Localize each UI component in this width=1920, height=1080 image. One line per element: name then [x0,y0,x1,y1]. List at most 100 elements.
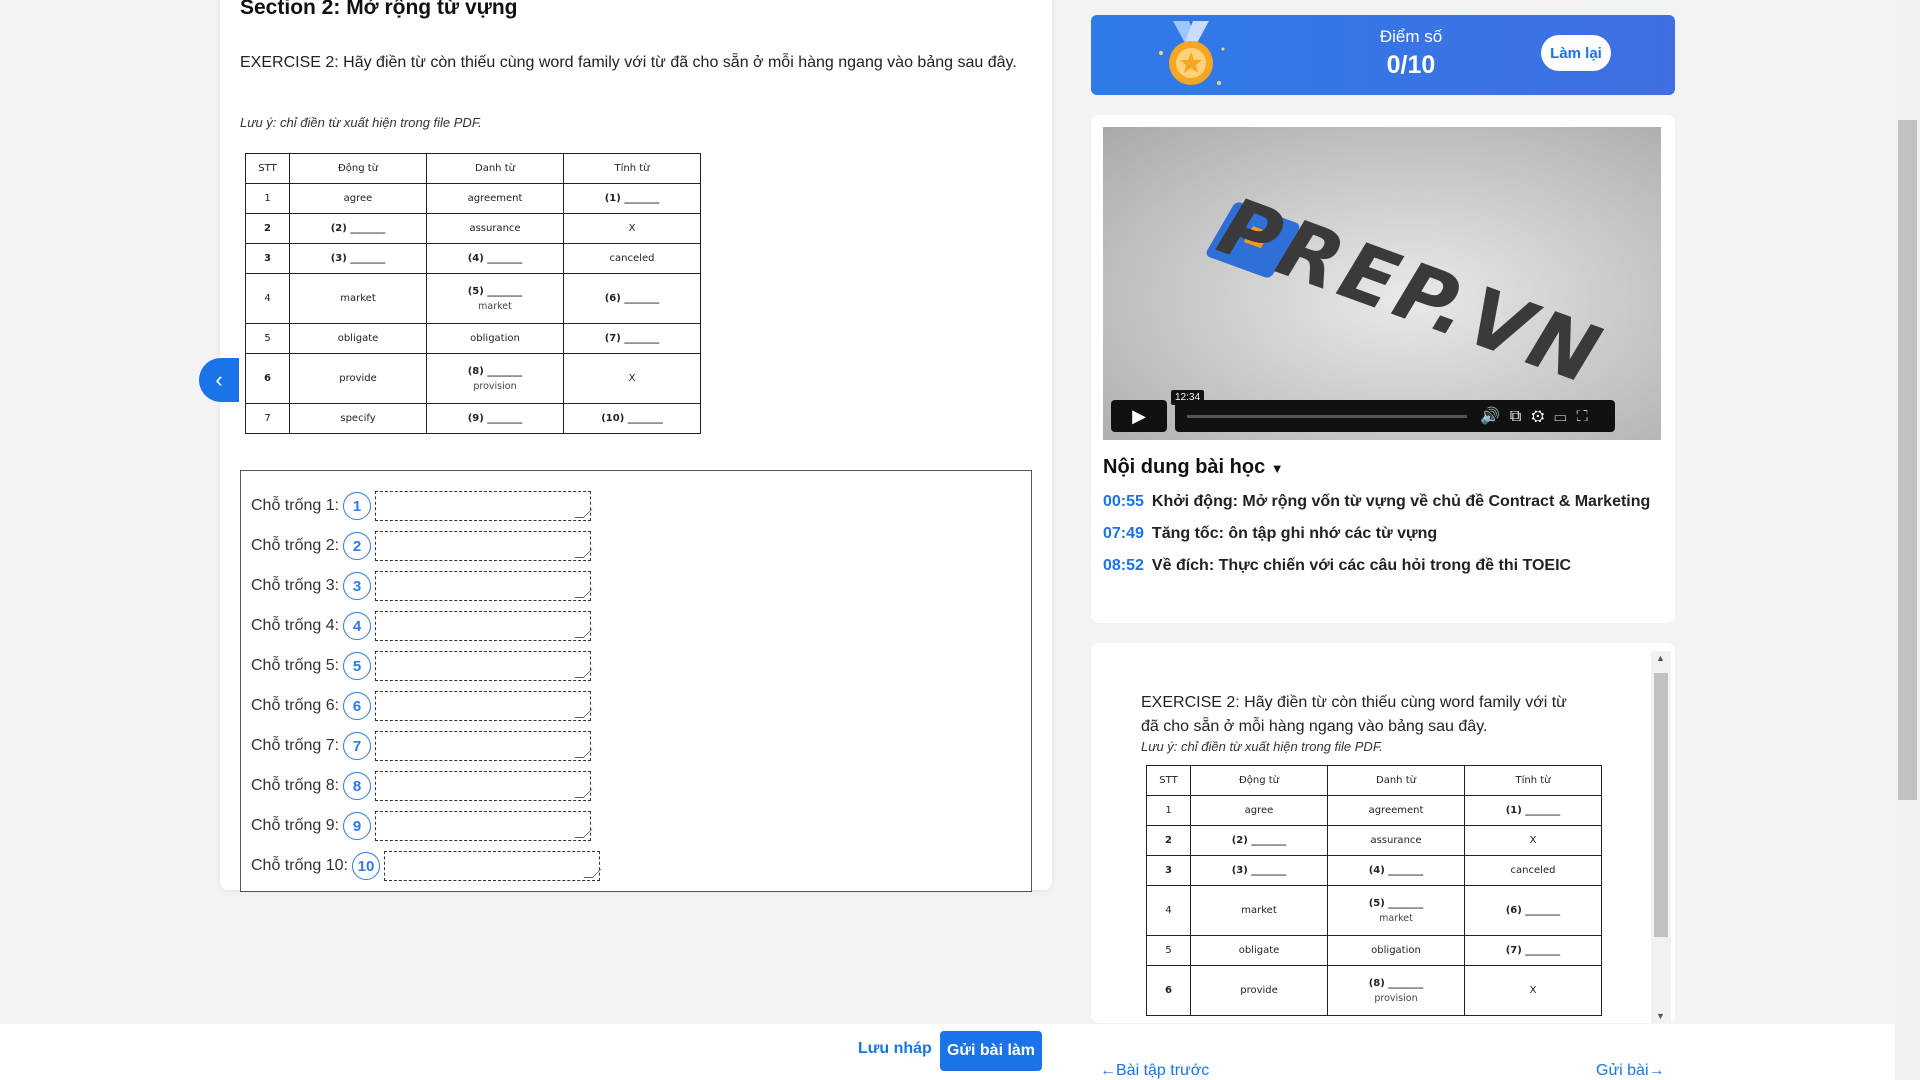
answer-input[interactable] [375,531,592,561]
cell-sub: market [478,300,512,312]
answer-number-badge: 10 [351,852,380,880]
answer-number-badge: 3 [343,572,372,600]
answer-number-badge: 9 [343,812,372,840]
table-cell: market [289,273,427,324]
scroll-down-icon[interactable]: ▼ [1656,1011,1665,1021]
answer-row: Chỗ trống 4: 4 [251,611,592,641]
scroll-up-icon[interactable]: ▲ [1656,653,1665,663]
lesson-toc-item[interactable]: 08:52 Về đích: Thực chiến với các câu hỏi… [1103,557,1571,575]
table-header: Danh từ [426,153,564,184]
table-cell: X [1464,825,1602,856]
answer-number-badge: 6 [343,692,372,720]
section-title: Section 2: Mở rộng từ vựng [240,0,518,19]
answer-input[interactable] [375,731,592,761]
submit-next-link[interactable]: Gửi bài→ [1596,1062,1665,1080]
table-cell: agreement [426,183,564,214]
answer-input[interactable] [375,571,592,601]
table-row: 4 market (5) _______ market (6) _______ [245,273,701,324]
answer-label: Chỗ trống 3: [251,577,340,594]
table-cell: X [1464,965,1602,1016]
cell-main: (8) _______ [467,365,523,377]
play-button[interactable]: ▶ [1111,400,1167,432]
table-header: Động từ [1190,765,1328,796]
table-cell: (1) _______ [1464,795,1602,826]
table-cell: agree [1190,795,1328,826]
table-cell: 2 [1146,825,1191,856]
score-label: Điểm số [1379,27,1443,46]
toc-timestamp[interactable]: 07:49 [1103,525,1144,542]
caret-down-icon: ▼ [1270,461,1284,476]
table-cell: obligate [289,323,427,354]
table-header: Danh từ [1327,765,1465,796]
cell-sub: provision [1374,992,1418,1004]
exercise-note: Lưu ý: chỉ điền từ xuất hiện trong file … [240,115,482,130]
pdf-scrollbar[interactable]: ▲ ▼ [1651,651,1671,1023]
table-row: 3 (3) _______ (4) _______ canceled [1146,855,1602,886]
table-cell: (6) _______ [1464,885,1602,936]
lesson-contents-title[interactable]: Nội dung bài học ▼ [1103,456,1284,479]
answer-input[interactable] [375,771,592,801]
toc-text: Về đích: Thực chiến với các câu hỏi tron… [1151,557,1572,574]
retry-button[interactable]: Làm lại [1541,35,1611,71]
table-cell: (2) _______ [1190,825,1328,856]
answer-input[interactable] [375,651,592,681]
answer-label: Chỗ trống 1: [251,497,340,514]
table-cell: 1 [1146,795,1191,826]
answer-row: Chỗ trống 2: 2 [251,531,592,561]
collapse-panel-button[interactable]: ‹ [199,358,239,402]
video-control-icons[interactable]: 🔊⧉⚙▭⛶ [1480,406,1598,426]
cell-main: (5) _______ [1368,897,1424,909]
answer-input[interactable] [375,611,592,641]
answer-label: Chỗ trống 5: [251,657,340,674]
cell-main: (5) _______ [467,285,523,297]
toc-timestamp[interactable]: 08:52 [1103,557,1144,574]
video-logo-text: PREP.VN [1207,179,1615,404]
table-cell: 7 [245,403,290,434]
table-cell: market [1190,885,1328,936]
answer-input[interactable] [375,691,592,721]
lesson-video-card: PREP.VN 12:34 ▶ 🔊⧉⚙▭⛶ Nội dung bài học ▼… [1091,115,1675,623]
lesson-contents-label: Nội dung bài học [1103,456,1266,478]
table-cell: agree [289,183,427,214]
table-cell: 6 [1146,965,1191,1016]
play-icon: ▶ [1132,405,1146,426]
table-cell: agreement [1327,795,1465,826]
answer-input[interactable] [383,851,600,881]
answer-row: Chỗ trống 1: 1 [251,491,592,521]
toc-timestamp[interactable]: 00:55 [1103,493,1144,510]
table-row: 2 (2) _______ assurance X [1146,825,1602,856]
table-cell: 3 [245,243,290,274]
table-cell: canceled [1464,855,1602,886]
table-row: 7 specify (9) _______ (10) _______ [245,403,701,434]
table-cell: (8) _______ provision [1327,965,1465,1016]
previous-exercise-link[interactable]: ←Bài tập trước [1100,1062,1209,1080]
lesson-toc-item[interactable]: 00:55 Khởi động: Mở rộng vốn từ vựng về c… [1103,493,1650,511]
table-row: 6 provide (8) _______ provision X [1146,965,1602,1016]
table-header-row: STT Động từ Danh từ Tính từ [245,153,701,184]
submit-button[interactable]: Gửi bài làm [940,1031,1042,1071]
table-cell: (4) _______ [1327,855,1465,886]
table-cell: 3 [1146,855,1191,886]
table-cell: canceled [563,243,701,274]
table-cell: 4 [245,273,290,324]
pdf-note: Lưu ý: chỉ điền từ xuất hiện trong file … [1141,739,1383,754]
table-header: Tính từ [1464,765,1602,796]
cell-main: (8) _______ [1368,977,1424,989]
answer-number-badge: 7 [343,732,372,760]
answer-number-badge: 2 [343,532,372,560]
pdf-scroll-thumb[interactable] [1654,673,1668,937]
toc-text: Khởi động: Mở rộng vốn từ vựng về chủ đề… [1151,493,1651,510]
lesson-toc-item[interactable]: 07:49 Tăng tốc: ôn tập ghi nhớ các từ vựn… [1103,525,1437,543]
video-progress-bar[interactable] [1187,415,1467,418]
page-scrollbar[interactable] [1895,0,1920,1080]
page-scroll-thumb[interactable] [1898,120,1917,800]
save-draft-button[interactable]: Lưu nháp [858,1040,932,1058]
answer-input[interactable] [375,811,592,841]
answer-label: Chỗ trống 8: [251,777,340,794]
table-cell: (3) _______ [1190,855,1328,886]
answer-label: Chỗ trống 9: [251,817,340,834]
video-player[interactable]: PREP.VN 12:34 ▶ 🔊⧉⚙▭⛶ [1103,127,1661,440]
answer-input[interactable] [375,491,592,521]
table-row: 2 (2) _______ assurance X [245,213,701,244]
exercise-instructions: EXERCISE 2: Hãy điền từ còn thiếu cùng w… [240,54,1017,71]
